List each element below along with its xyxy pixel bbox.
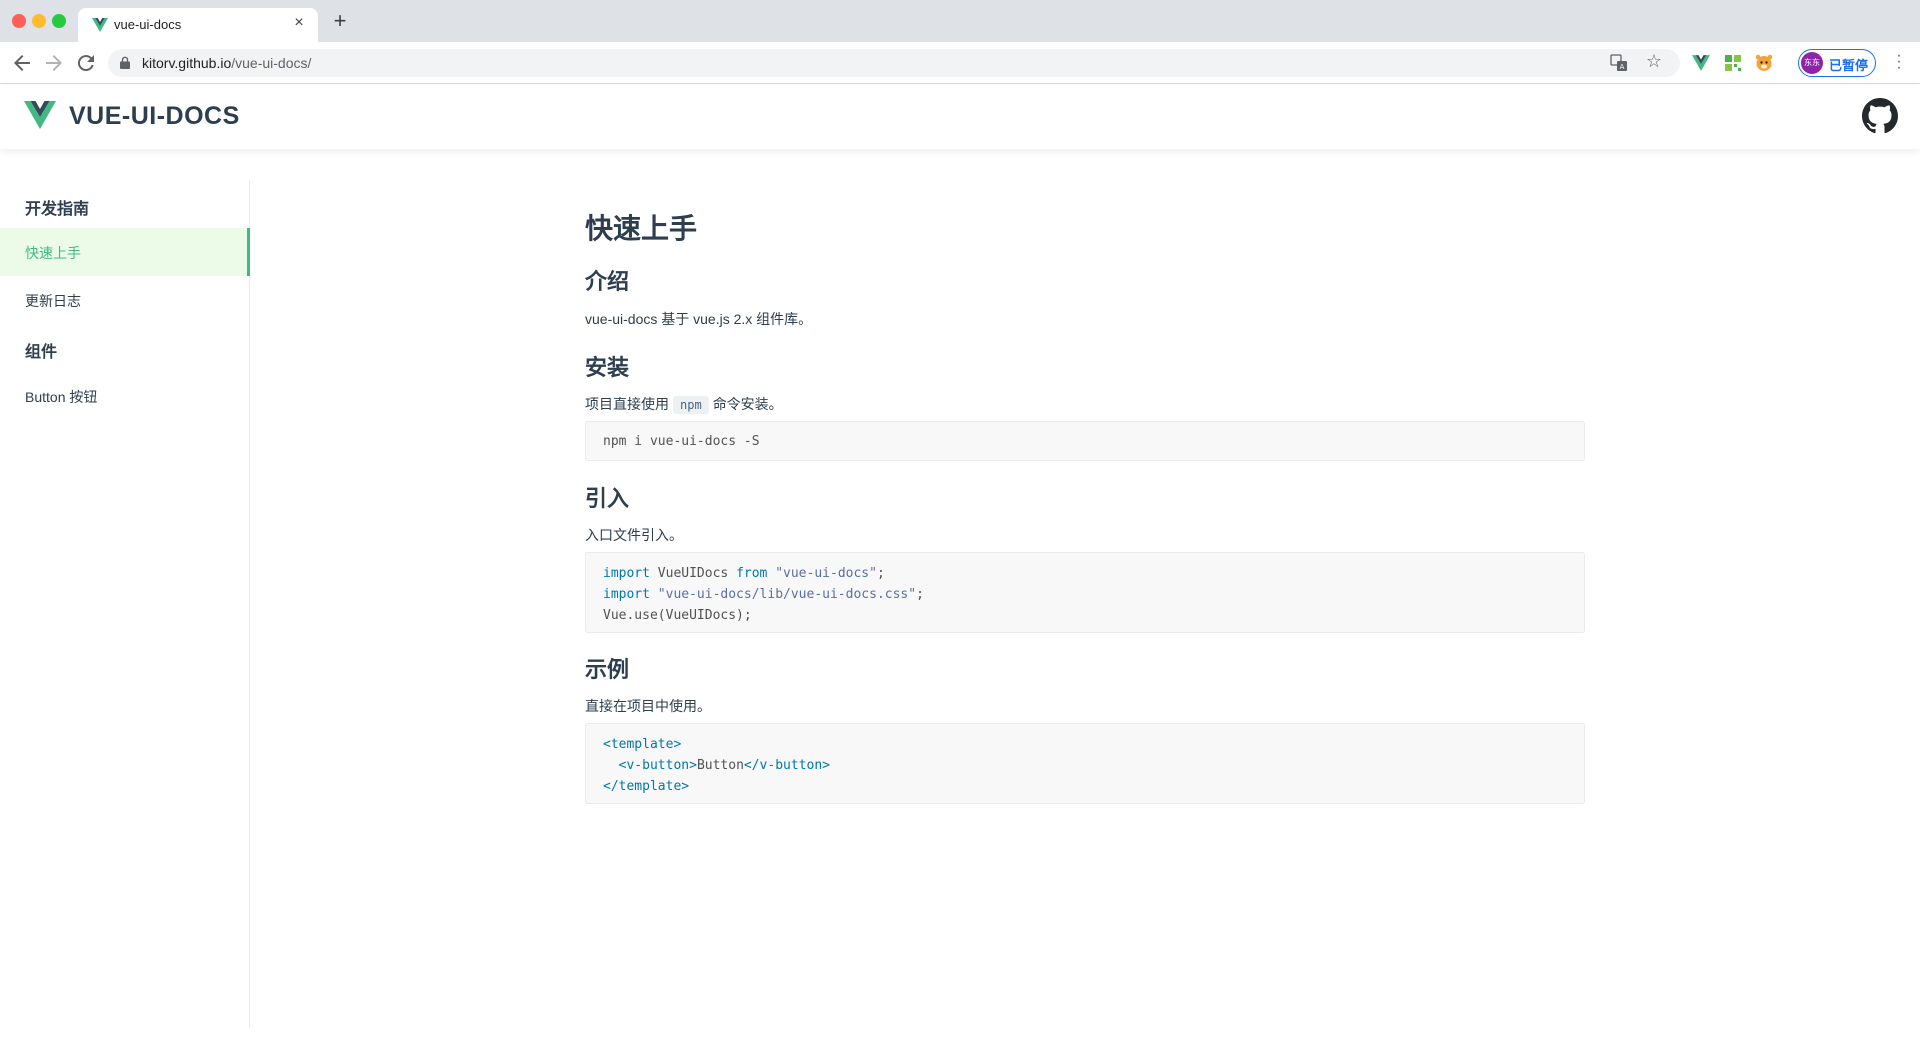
site-header: VUE-UI-DOCS xyxy=(0,85,1920,149)
profile-paused-button[interactable]: 东东 已暂停 xyxy=(1798,49,1876,77)
browser-toolbar: kitorv.github.io/vue-ui-docs/ A ☆ 东东 已暂停… xyxy=(0,42,1920,84)
import-text: 入口文件引入。 xyxy=(585,527,683,543)
forward-arrow-icon[interactable] xyxy=(42,51,66,75)
install-text-before: 项目直接使用 xyxy=(585,396,669,412)
install-text: 项目直接使用 npm 命令安装。 xyxy=(585,394,783,414)
back-arrow-icon[interactable] xyxy=(10,51,34,75)
vue-logo-icon[interactable] xyxy=(24,101,56,129)
code-line: import "vue-ui-docs/lib/vue-ui-docs.css"… xyxy=(603,587,924,602)
tab-close-icon[interactable]: × xyxy=(290,14,308,32)
more-menu-icon[interactable]: · · · xyxy=(1893,48,1905,76)
section-heading-import: 引入 xyxy=(585,486,630,511)
page-title: 快速上手 xyxy=(585,213,698,244)
sidebar-group-components: 组件 xyxy=(25,344,58,361)
svg-text:A: A xyxy=(1620,63,1625,71)
address-bar[interactable]: kitorv.github.io/vue-ui-docs/ A ☆ xyxy=(108,49,1680,77)
sidebar-item-changelog[interactable]: 更新日志 xyxy=(0,276,250,324)
tiger-extension-icon[interactable] xyxy=(1755,54,1773,72)
sidebar-item-label: 快速上手 xyxy=(25,245,81,261)
sidebar-item-label: 更新日志 xyxy=(25,293,81,309)
window-zoom-button[interactable] xyxy=(52,14,66,28)
github-icon[interactable] xyxy=(1862,98,1898,134)
window-minimize-button[interactable] xyxy=(32,14,46,28)
example-code-block[interactable]: <template> <v-button>Button</v-button> </… xyxy=(585,723,1585,804)
translate-icon[interactable]: A xyxy=(1610,54,1628,72)
import-code-block[interactable]: import VueUIDocs from "vue-ui-docs"; impo… xyxy=(585,552,1585,633)
code-line: <template> xyxy=(603,737,682,752)
profile-status-label: 已暂停 xyxy=(1829,58,1869,73)
sidebar-item-button[interactable]: Button 按钮 xyxy=(0,372,250,420)
site-title[interactable]: VUE-UI-DOCS xyxy=(69,102,240,131)
lock-icon xyxy=(120,56,130,69)
browser-tab[interactable]: vue-ui-docs × xyxy=(78,8,318,42)
section-heading-install: 安装 xyxy=(585,355,630,380)
vue-favicon-icon xyxy=(92,18,108,32)
url-path: /vue-ui-docs/ xyxy=(231,55,312,71)
url-text: kitorv.github.io/vue-ui-docs/ xyxy=(142,55,311,71)
inline-code-npm: npm xyxy=(673,396,709,414)
tab-title: vue-ui-docs xyxy=(114,17,182,32)
window-close-button[interactable] xyxy=(12,14,26,28)
reload-icon[interactable] xyxy=(74,51,98,75)
code-line: import VueUIDocs from "vue-ui-docs"; xyxy=(603,566,885,581)
code-line: <v-button>Button</v-button> xyxy=(618,758,830,773)
install-text-after: 命令安装。 xyxy=(712,396,783,412)
sidebar: 开发指南 快速上手 更新日志 组件 Button 按钮 xyxy=(0,180,250,1028)
url-host: kitorv.github.io xyxy=(142,55,232,71)
code-line: </template> xyxy=(603,779,690,794)
section-heading-example: 示例 xyxy=(585,657,630,682)
code-line: Vue.use(VueUIDocs); xyxy=(603,608,752,623)
intro-text: vue-ui-docs 基于 vue.js 2.x 组件库。 xyxy=(585,311,813,327)
profile-avatar: 东东 xyxy=(1801,52,1823,74)
qr-extension-icon[interactable] xyxy=(1724,54,1742,72)
new-tab-button[interactable]: + xyxy=(328,10,352,34)
sidebar-item-label: Button 按钮 xyxy=(25,389,98,405)
section-heading-intro: 介绍 xyxy=(585,269,630,294)
vue-extension-icon[interactable] xyxy=(1692,54,1710,72)
sidebar-item-quickstart[interactable]: 快速上手 xyxy=(0,228,250,276)
browser-tab-bar: vue-ui-docs × + xyxy=(0,0,1920,42)
install-code: npm i vue-ui-docs -S xyxy=(603,434,760,449)
example-text: 直接在项目中使用。 xyxy=(585,698,711,714)
install-code-block[interactable]: npm i vue-ui-docs -S xyxy=(585,421,1585,461)
star-icon[interactable]: ☆ xyxy=(1646,51,1662,72)
sidebar-group-guide: 开发指南 xyxy=(25,201,90,218)
